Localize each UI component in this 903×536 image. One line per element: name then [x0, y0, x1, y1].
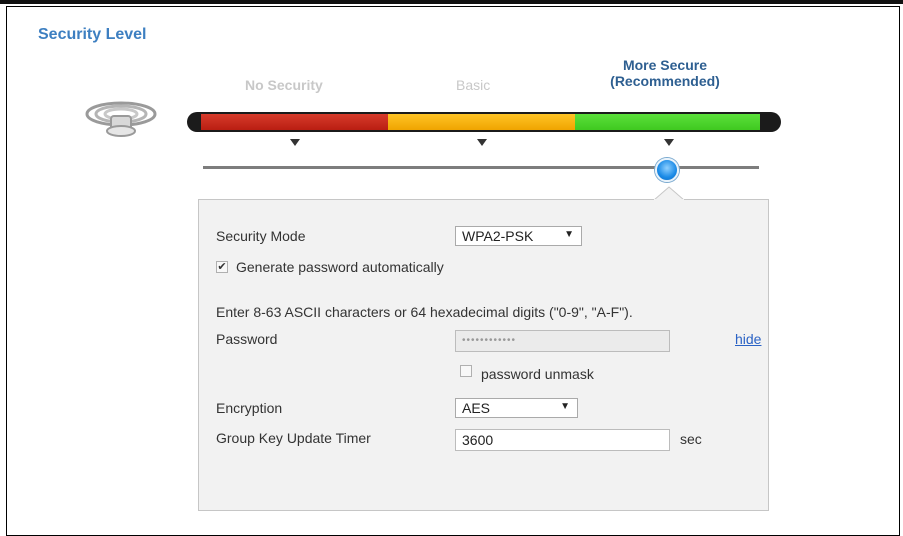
security-mode-value: WPA2-PSK: [462, 228, 534, 244]
generate-password-checkbox[interactable]: ✔: [216, 261, 228, 273]
password-label: Password: [216, 331, 278, 347]
security-mode-label: Security Mode: [216, 228, 306, 244]
encryption-select[interactable]: AES ▼: [455, 398, 578, 418]
encryption-value: AES: [462, 400, 491, 416]
wifi-router-icon: [85, 101, 157, 137]
level-marker-basic: [477, 139, 487, 146]
level-slider-handle[interactable]: [655, 158, 679, 182]
dropdown-arrow-icon: ▼: [560, 401, 570, 412]
level-no-security-label[interactable]: No Security: [245, 77, 323, 93]
top-edge: [0, 0, 903, 4]
group-key-timer-input[interactable]: 3600: [455, 429, 670, 451]
level-segment-yellow: [388, 114, 575, 130]
dropdown-arrow-icon: ▼: [564, 229, 574, 240]
password-unmask-checkbox[interactable]: [460, 365, 472, 377]
group-key-timer-label: Group Key Update Timer: [216, 430, 371, 446]
group-key-timer-unit: sec: [680, 431, 702, 447]
level-basic-label[interactable]: Basic: [456, 77, 490, 93]
section-title: Security Level: [38, 26, 147, 43]
level-more-secure-label[interactable]: More Secure (Recommended): [595, 57, 735, 89]
level-segment-red: [201, 114, 388, 130]
security-mode-select[interactable]: WPA2-PSK ▼: [455, 226, 582, 246]
level-marker-no-security: [290, 139, 300, 146]
password-input[interactable]: ••••••••••••: [455, 330, 670, 352]
level-segment-green: [575, 114, 760, 130]
generate-password-label: Generate password automatically: [236, 259, 444, 275]
encryption-label: Encryption: [216, 400, 283, 416]
hide-password-link[interactable]: hide: [735, 331, 761, 347]
security-level-bar[interactable]: [187, 112, 781, 132]
password-unmask-label: password unmask: [481, 366, 594, 382]
level-marker-more-secure: [664, 139, 674, 146]
panel-pointer: [654, 186, 684, 201]
password-hint: Enter 8-63 ASCII characters or 64 hexade…: [216, 304, 633, 320]
